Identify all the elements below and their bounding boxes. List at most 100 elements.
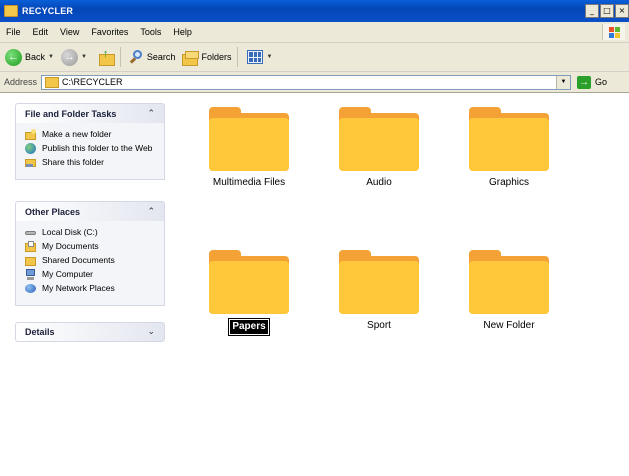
menu-help[interactable]: Help — [167, 27, 198, 37]
details-panel: Details ⌄ — [15, 322, 165, 342]
folder-item-selected[interactable]: Papers — [194, 250, 304, 336]
views-icon — [247, 50, 264, 64]
go-label: Go — [595, 77, 608, 87]
panel-header[interactable]: Other Places ⌃ — [15, 201, 165, 221]
menu-bar: File Edit View Favorites Tools Help — [0, 22, 629, 43]
menu-view[interactable]: View — [54, 27, 85, 37]
folder-label: New Folder — [483, 320, 535, 331]
folder-icon — [45, 76, 60, 88]
panel-title: Details — [25, 327, 55, 337]
chevron-down-icon[interactable]: ▼ — [48, 54, 54, 60]
menu-file[interactable]: File — [0, 27, 27, 37]
folder-icon — [4, 5, 18, 17]
task-share-folder[interactable]: Share this folder — [25, 157, 164, 168]
folder-item[interactable]: Graphics — [454, 107, 564, 189]
place-label: Local Disk (C:) — [42, 227, 98, 237]
address-path: C:\RECYCLER — [62, 77, 123, 87]
place-label: My Documents — [42, 241, 99, 251]
address-label: Address — [4, 77, 38, 87]
panel-body: Make a new folder Publish this folder to… — [15, 123, 165, 180]
views-button[interactable]: ▼ — [245, 46, 274, 68]
other-places-panel: Other Places ⌃ Local Disk (C:) My Docume… — [15, 201, 165, 306]
minimize-button[interactable]: _ — [585, 4, 599, 18]
folder-item[interactable]: New Folder — [454, 250, 564, 332]
panel-header[interactable]: Details ⌄ — [15, 322, 165, 342]
place-label: My Computer — [42, 269, 94, 279]
folders-icon — [182, 50, 200, 66]
task-make-new-folder[interactable]: Make a new folder — [25, 129, 164, 140]
folder-icon — [339, 250, 419, 314]
task-label: Make a new folder — [42, 129, 112, 139]
panel-header[interactable]: File and Folder Tasks ⌃ — [15, 103, 165, 123]
collapse-icon[interactable]: ⌃ — [147, 207, 155, 217]
folders-label: Folders — [201, 52, 232, 62]
task-label: Publish this folder to the Web — [42, 143, 153, 153]
place-my-computer[interactable]: My Computer — [25, 269, 164, 280]
collapse-icon[interactable]: ⌃ — [147, 109, 155, 119]
window-title: RECYCLER — [22, 6, 74, 16]
share-folder-icon — [25, 157, 37, 168]
search-button[interactable]: Search — [128, 46, 178, 68]
folder-icon — [209, 107, 289, 171]
forward-button[interactable]: → ▼ — [59, 46, 89, 68]
folder-label: Sport — [367, 320, 391, 331]
drive-icon — [25, 227, 37, 238]
address-bar: Address C:\RECYCLER ▼ → Go — [0, 72, 629, 93]
panel-title: File and Folder Tasks — [25, 108, 117, 119]
folder-label: Graphics — [488, 177, 529, 188]
toolbar-divider — [119, 47, 121, 67]
computer-icon — [25, 269, 37, 280]
back-label: Back — [25, 52, 46, 62]
back-button[interactable]: ← Back ▼ — [3, 46, 56, 68]
folder-item[interactable]: Multimedia Files — [194, 107, 304, 189]
globe-icon — [25, 143, 37, 154]
shared-folder-icon — [25, 255, 37, 266]
place-my-network-places[interactable]: My Network Places — [25, 283, 164, 294]
chevron-down-icon[interactable]: ▼ — [81, 54, 87, 60]
folder-rename-field[interactable]: Papers — [228, 318, 270, 336]
task-pane: File and Folder Tasks ⌃ Make a new folde… — [0, 93, 172, 476]
window-controls: _ □ × — [585, 4, 629, 18]
back-arrow-icon: ← — [5, 48, 22, 66]
panel-title: Other Places — [25, 206, 81, 217]
forward-arrow-icon: → — [60, 48, 78, 66]
folder-view: Multimedia Files Audio Graphics Papers S… — [172, 93, 629, 476]
folder-label: Audio — [366, 177, 392, 188]
new-folder-icon — [25, 129, 37, 140]
place-local-disk[interactable]: Local Disk (C:) — [25, 227, 164, 238]
go-arrow-icon: → — [577, 75, 592, 89]
menu-tools[interactable]: Tools — [134, 27, 167, 37]
toolbar: ← Back ▼ → ▼ ↑ Search Folders ▼ — [0, 43, 629, 72]
place-my-documents[interactable]: My Documents — [25, 241, 164, 252]
search-label: Search — [146, 52, 176, 62]
folders-button[interactable]: Folders — [180, 46, 233, 68]
up-button[interactable]: ↑ — [92, 46, 116, 68]
maximize-button[interactable]: □ — [600, 4, 614, 18]
folder-icon — [339, 107, 419, 171]
chevron-down-icon[interactable]: ▼ — [556, 75, 571, 89]
folder-icon — [469, 107, 549, 171]
file-folder-tasks-panel: File and Folder Tasks ⌃ Make a new folde… — [15, 103, 165, 180]
place-label: Shared Documents — [42, 255, 115, 265]
title-bar: RECYCLER _ □ × — [0, 0, 629, 22]
windows-logo-icon — [602, 24, 625, 40]
close-button[interactable]: × — [615, 4, 629, 18]
expand-icon[interactable]: ⌄ — [147, 327, 155, 337]
task-label: Share this folder — [42, 157, 104, 167]
menu-favorites[interactable]: Favorites — [85, 27, 134, 37]
task-publish-web[interactable]: Publish this folder to the Web — [25, 143, 164, 154]
chevron-down-icon[interactable]: ▼ — [266, 54, 272, 60]
folder-item[interactable]: Sport — [324, 250, 434, 332]
documents-folder-icon — [25, 241, 37, 252]
address-input[interactable]: C:\RECYCLER ▼ — [41, 74, 572, 90]
toolbar-divider — [237, 47, 239, 67]
menu-edit[interactable]: Edit — [27, 27, 55, 37]
network-icon — [25, 283, 37, 294]
folder-label: Multimedia Files — [212, 177, 286, 188]
place-shared-documents[interactable]: Shared Documents — [25, 255, 164, 266]
search-icon — [129, 50, 144, 64]
go-button[interactable]: → Go — [577, 75, 608, 89]
folder-item[interactable]: Audio — [324, 107, 434, 189]
folder-icon — [469, 250, 549, 314]
folder-up-icon: ↑ — [98, 49, 115, 66]
